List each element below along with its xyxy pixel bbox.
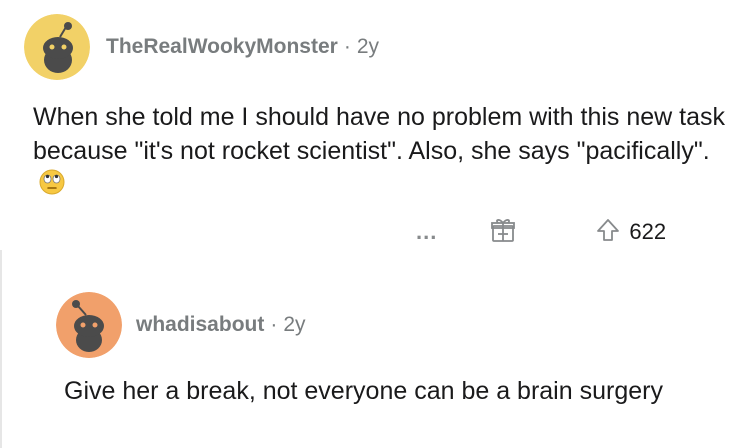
reply-body: Give her a break, not everyone can be a … xyxy=(64,374,704,408)
more-options-button[interactable]: ... xyxy=(416,219,437,245)
comment-body: When she told me I should have no proble… xyxy=(33,100,733,204)
reply-header: whadisabout · 2y xyxy=(56,292,306,358)
eye-roll-emoji-icon xyxy=(39,169,65,204)
reply-age: 2y xyxy=(283,313,306,336)
reply-text: Give her a break, not everyone can be a … xyxy=(64,377,663,405)
snoo-avatar-icon xyxy=(56,292,122,358)
separator-dot: · xyxy=(343,35,351,58)
vote-score: 622 xyxy=(629,219,667,244)
comment-text: When she told me I should have no proble… xyxy=(33,103,726,165)
comment-author[interactable]: TheRealWookyMonster xyxy=(106,35,338,59)
comment-actions: ... 622 xyxy=(410,212,710,252)
thread-line xyxy=(0,250,2,448)
avatar[interactable] xyxy=(24,14,90,80)
reply-author[interactable]: whadisabout xyxy=(136,313,264,337)
snoo-avatar-icon xyxy=(24,14,90,80)
avatar[interactable] xyxy=(56,292,122,358)
upvote-arrow-icon[interactable] xyxy=(595,217,621,248)
separator-dot: · xyxy=(270,313,278,336)
comment-age: 2y xyxy=(356,35,380,58)
comment-header: TheRealWookyMonster · 2y xyxy=(24,14,379,80)
award-gift-icon[interactable] xyxy=(489,216,517,249)
